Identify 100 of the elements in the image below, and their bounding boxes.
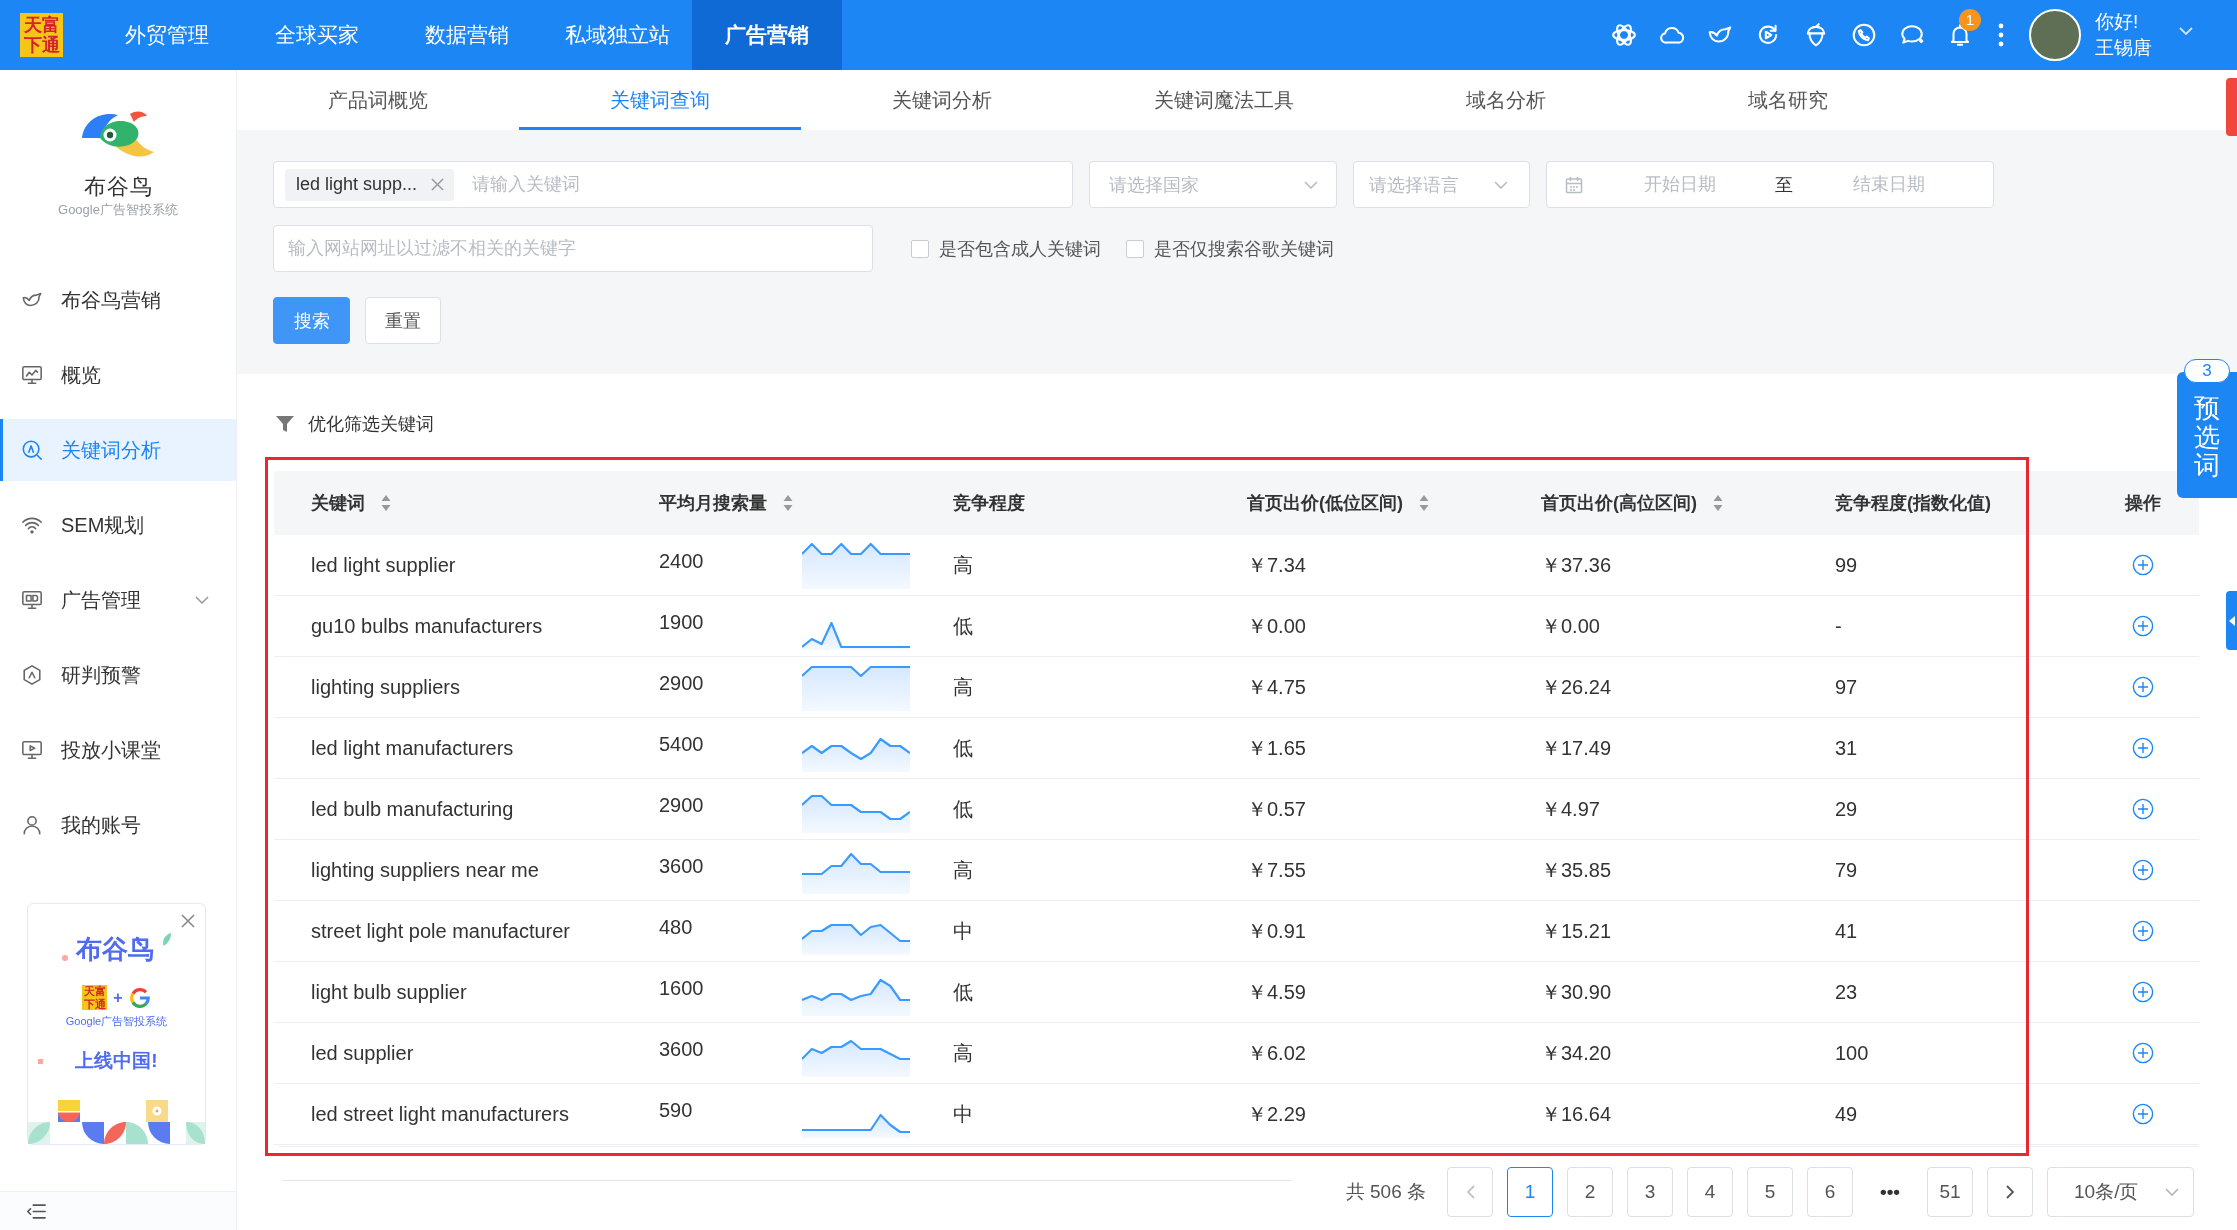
search-icon <box>21 439 43 461</box>
table-cell-text: ￥4.59 <box>1247 979 1306 1005</box>
table-cell-text: 中 <box>953 918 973 944</box>
table-cell-text: ￥6.02 <box>1247 1040 1306 1066</box>
close-icon[interactable] <box>181 914 195 928</box>
table-cell: 2900 <box>659 793 704 817</box>
add-icon[interactable] <box>2132 798 2154 820</box>
table-cell-text: 低 <box>953 979 973 1005</box>
sort-icon[interactable] <box>381 494 391 512</box>
keyword-field[interactable]: led light supp... 请输入关键词 <box>273 161 1073 208</box>
nav-menu-item[interactable]: 外贸管理 <box>92 0 242 70</box>
table-cell-text: 高 <box>953 674 973 700</box>
table-cell-text: 低 <box>953 735 973 761</box>
nav-menu-item[interactable]: 数据营销 <box>392 0 542 70</box>
sidebar-item[interactable]: 概览 <box>0 344 236 406</box>
checkbox[interactable] <box>1126 239 1144 258</box>
g-logo-icon <box>128 986 151 1009</box>
tab[interactable]: 关键词分析 <box>801 70 1083 130</box>
chevron-down-icon[interactable] <box>2179 27 2193 35</box>
table-cell-text: 高 <box>953 1040 973 1066</box>
add-icon[interactable] <box>2132 554 2154 576</box>
page-button[interactable]: 5 <box>1747 1167 1793 1217</box>
add-icon[interactable] <box>2132 676 2154 698</box>
checkbox-label[interactable]: 是否包含成人关键词 <box>939 236 1101 261</box>
table-cell: 79 <box>1835 858 1858 882</box>
sidebar-item[interactable]: 研判预警 <box>0 644 236 706</box>
calendar-icon <box>1565 175 1583 194</box>
checkbox-label[interactable]: 是否仅搜索谷歌关键词 <box>1154 236 1334 261</box>
nav-menu-item[interactable]: 全球买家 <box>242 0 392 70</box>
column-header: 首页出价(高位区间) <box>1541 492 1697 515</box>
table-cell: 29 <box>1835 797 1858 821</box>
checkbox[interactable] <box>911 239 929 258</box>
page-button[interactable]: 51 <box>1927 1167 1973 1217</box>
user-name: 王锡唐 <box>2095 36 2152 60</box>
table-cell: 99 <box>1835 553 1858 577</box>
sidebar-item[interactable]: 布谷鸟营销 <box>0 269 236 331</box>
add-icon[interactable] <box>2132 615 2154 637</box>
sort-icon[interactable] <box>1713 494 1723 512</box>
tab[interactable]: 域名研究 <box>1647 70 1929 130</box>
page-button[interactable]: 6 <box>1807 1167 1853 1217</box>
column-header: 操作 <box>2125 492 2161 515</box>
filter-icon[interactable] <box>275 414 295 434</box>
table-cell-text: ￥0.00 <box>1541 613 1600 639</box>
brand-logo: 天富下通 <box>20 13 63 57</box>
table-cell: led bulb manufacturing <box>311 797 514 821</box>
date-range-field[interactable]: 开始日期 至 结束日期 <box>1546 161 1994 208</box>
table-cell-text: ￥1.65 <box>1247 735 1306 761</box>
table-cell-text: ￥7.55 <box>1247 857 1306 883</box>
sort-icon[interactable] <box>783 494 793 512</box>
sidebar-item[interactable]: 广告管理 <box>0 569 236 631</box>
table-cell-text: 低 <box>953 613 973 639</box>
caret-left-icon <box>2228 615 2235 626</box>
avatar[interactable] <box>2029 9 2081 61</box>
tab[interactable]: 关键词查询 <box>519 70 801 130</box>
table-cell: 49 <box>1835 1102 1858 1126</box>
sidebar-item[interactable]: 投放小课堂 <box>0 719 236 781</box>
page-button[interactable]: 3 <box>1627 1167 1673 1217</box>
sort-icon[interactable] <box>1419 494 1429 512</box>
sidebar-item[interactable]: SEM规划 <box>0 494 236 556</box>
reset-button[interactable]: 重置 <box>365 297 441 344</box>
add-icon[interactable] <box>2132 859 2154 881</box>
sidebar-item[interactable]: 我的账号 <box>0 794 236 856</box>
nav-menu-item[interactable]: 广告营销 <box>692 0 842 70</box>
close-icon[interactable] <box>431 178 445 191</box>
tab[interactable]: 关键词魔法工具 <box>1083 70 1365 130</box>
promo-subtitle: Google广告智投系统 <box>65 1014 168 1028</box>
start-date-input[interactable]: 开始日期 <box>1593 162 1766 207</box>
end-date-input[interactable]: 结束日期 <box>1802 162 1975 207</box>
page-button[interactable]: 2 <box>1567 1167 1613 1217</box>
table-cell: lighting suppliers near me <box>311 858 539 882</box>
table-cell-text: ￥26.24 <box>1541 674 1612 700</box>
brand-subtitle: Google广告智投系统 <box>58 202 178 218</box>
page-size-select[interactable]: 10条/页 <box>2047 1167 2194 1217</box>
add-icon[interactable] <box>2132 981 2154 1003</box>
keyword-tag[interactable]: led light supp... <box>285 168 455 201</box>
side-panel-toggle[interactable] <box>2226 591 2237 650</box>
promo-title: 布谷鸟 <box>76 933 154 965</box>
website-input[interactable]: 输入网站网址以过滤不相关的关键字 <box>273 225 873 272</box>
table-cell-text: ￥17.49 <box>1541 735 1612 761</box>
atom-icon[interactable] <box>1611 22 1637 48</box>
add-icon[interactable] <box>2132 1042 2154 1064</box>
nav-menu-item[interactable]: 私域独立站 <box>542 0 692 70</box>
page-button[interactable]: 4 <box>1687 1167 1733 1217</box>
table-cell: led supplier <box>311 1041 414 1065</box>
table-cell-text: ￥4.75 <box>1247 674 1306 700</box>
add-icon[interactable] <box>2132 737 2154 759</box>
tab[interactable]: 产品词概览 <box>237 70 519 130</box>
brand-name: 布谷鸟 <box>83 174 153 200</box>
section-title[interactable]: 优化筛选关键词 <box>308 412 434 436</box>
menu-icon[interactable] <box>26 1202 46 1220</box>
table-cell-text: ￥34.20 <box>1541 1040 1612 1066</box>
add-icon[interactable] <box>2132 920 2154 942</box>
tab[interactable]: 域名分析 <box>1365 70 1647 130</box>
table-cell: 2900 <box>659 671 704 695</box>
more-icon[interactable] <box>1998 23 2004 47</box>
column-header: 竞争程度 <box>953 492 1025 515</box>
page-button[interactable]: 1 <box>1507 1167 1553 1217</box>
table-cell-text: ￥15.21 <box>1541 918 1612 944</box>
add-icon[interactable] <box>2132 1103 2154 1125</box>
phone-icon[interactable] <box>1851 22 1877 48</box>
